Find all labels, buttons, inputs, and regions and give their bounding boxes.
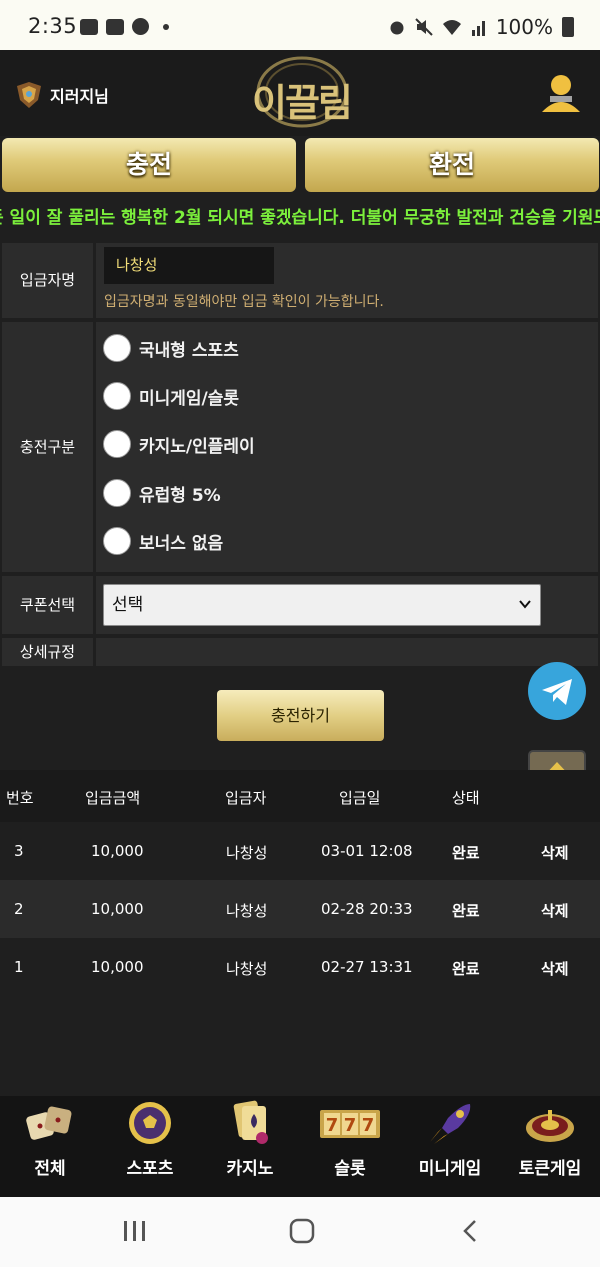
svg-text:7: 7 (326, 1115, 339, 1136)
chrome-icon (132, 18, 149, 35)
radio-circle[interactable] (103, 430, 131, 458)
depositor-hint: 입금자명과 동일해야만 입금 확인이 가능합니다. (104, 294, 384, 310)
slot-777-icon: 7 7 7 (320, 1110, 380, 1138)
nav-token-game[interactable]: 토큰게임 (500, 1100, 600, 1179)
delete-button[interactable]: 삭제 (541, 842, 569, 863)
nav-sports[interactable]: 스포츠 (100, 1100, 200, 1179)
radio-domestic-sports[interactable]: 국내형 스포츠 (103, 334, 239, 362)
roulette-icon (526, 1110, 574, 1142)
recent-apps-icon[interactable] (122, 1219, 148, 1243)
delete-button[interactable]: 삭제 (541, 900, 569, 921)
category-label: 충전구분 (2, 322, 93, 572)
dice-icon (26, 1106, 72, 1140)
gallery-icon (80, 18, 98, 35)
mute-icon (415, 18, 433, 36)
coupon-select[interactable]: 선택 (103, 584, 541, 626)
home-icon[interactable] (289, 1218, 315, 1244)
status-badge: 완료 (452, 844, 480, 862)
nav-casino[interactable]: 카지노 (200, 1100, 300, 1179)
radio-no-bonus[interactable]: 보너스 없음 (103, 527, 223, 555)
username: 지러지님 (50, 87, 109, 106)
profile-icon[interactable] (540, 72, 582, 114)
exchange-tab-button[interactable]: 환전 (305, 138, 599, 192)
nav-minigame[interactable]: 미니게임 (400, 1100, 500, 1179)
svg-text:7: 7 (362, 1115, 375, 1136)
radio-circle[interactable] (103, 527, 131, 555)
battery-icon (562, 17, 574, 37)
col-date: 입금일 (339, 789, 381, 807)
coupon-label: 쿠폰선택 (2, 576, 93, 634)
rank-badge-icon (17, 82, 41, 108)
notification-dot-icon (163, 23, 169, 30)
radio-european[interactable]: 유럽형 5% (103, 479, 221, 507)
submit-charge-button[interactable]: 충전하기 (217, 690, 384, 741)
col-status: 상태 (452, 789, 480, 807)
signal-icon (471, 21, 485, 36)
radio-casino-inplay[interactable]: 카지노/인플레이 (103, 430, 255, 458)
cards-icon (233, 1100, 268, 1144)
col-depositor: 입금자 (225, 789, 267, 807)
category-row: 충전구분 (0, 322, 600, 572)
youtube-icon (106, 18, 124, 35)
status-time: 2:35 (28, 14, 78, 38)
wifi-icon (442, 20, 461, 35)
rules-row: 상세규정 (0, 638, 600, 666)
svg-text:7: 7 (344, 1115, 357, 1136)
rules-label: 상세규정 (2, 638, 93, 666)
user-badge[interactable]: 지러지님 (14, 82, 109, 108)
col-amount: 입금금액 (85, 789, 141, 807)
logo-text: 이끌림 (252, 81, 353, 125)
status-badge: 완료 (452, 960, 480, 978)
back-icon[interactable] (460, 1219, 480, 1243)
col-number: 번호 (6, 789, 34, 807)
nav-all[interactable]: 전체 (0, 1100, 100, 1179)
notice-marquee: 든 일이 잘 풀리는 행복한 2월 되시면 좋겠습니다. 더불어 무궁한 발전과… (0, 200, 600, 230)
table-row: 3 10,000 나창성 03-01 12:08 완료 삭제 (0, 822, 600, 880)
table-header: 번호 입금금액 입금자 입금일 상태 (0, 770, 600, 822)
battery-percent: 100% (495, 15, 553, 39)
soccer-ball-icon (129, 1102, 171, 1144)
radio-circle[interactable] (103, 334, 131, 362)
marquee-text: 든 일이 잘 풀리는 행복한 2월 되시면 좋겠습니다. 더불어 무궁한 발전과… (0, 208, 600, 228)
radio-circle[interactable] (103, 479, 131, 507)
depositor-input[interactable]: 나창성 (104, 247, 274, 284)
telegram-button[interactable] (528, 662, 586, 720)
depositor-label: 입금자명 (2, 243, 93, 318)
delete-button[interactable]: 삭제 (541, 958, 569, 979)
radio-circle[interactable] (103, 382, 131, 410)
charge-tab-button[interactable]: 충전 (2, 138, 296, 192)
status-badge: 완료 (452, 902, 480, 920)
telegram-icon (542, 679, 572, 705)
nav-slot[interactable]: 7 7 7 슬롯 (300, 1100, 400, 1179)
radio-minigame-slot[interactable]: 미니게임/슬롯 (103, 382, 239, 410)
status-bar: 2:35 100% (0, 0, 600, 50)
chevron-down-icon (519, 600, 531, 609)
rocket-icon (430, 1104, 471, 1144)
table-row: 2 10,000 나창성 02-28 20:33 완료 삭제 (0, 880, 600, 938)
alarm-icon (390, 21, 404, 35)
system-nav-bar (0, 1197, 600, 1267)
table-row: 1 10,000 나창성 02-27 13:31 완료 삭제 (0, 938, 600, 996)
